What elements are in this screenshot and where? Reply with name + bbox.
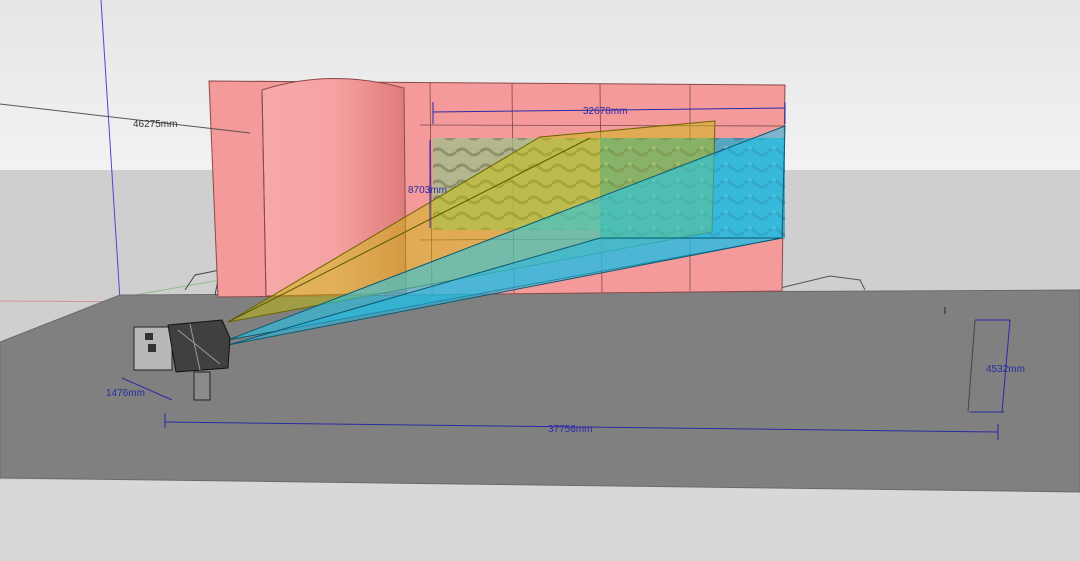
sketchup-3d-viewport[interactable]: 46275mm 32678mm 8703mm 1476mm 37756mm 45… <box>0 0 1080 561</box>
dimension-label-projection-width: 32678mm <box>583 106 627 117</box>
dimension-label-building-distance: 46275mm <box>133 119 177 130</box>
ground-platform <box>0 289 1080 493</box>
ground-foreground <box>0 480 1080 561</box>
dimension-label-projector-offset: 1476mm <box>106 388 145 399</box>
dimension-label-ground-span: 37756mm <box>548 424 592 435</box>
dimension-label-projector-height: 4532mm <box>986 364 1025 375</box>
dimension-label-projection-height: 8703mm <box>408 185 447 196</box>
